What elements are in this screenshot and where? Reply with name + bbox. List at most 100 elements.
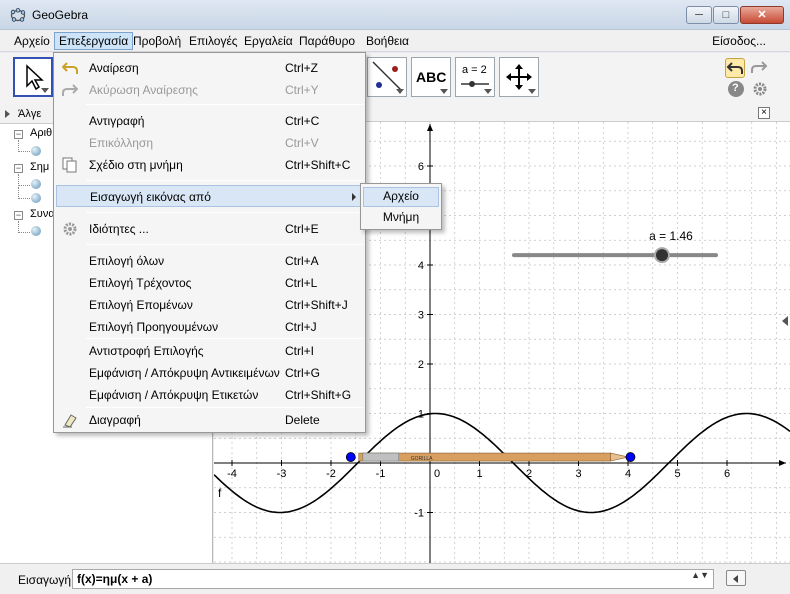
- keyboard-toggle-icon[interactable]: [726, 570, 746, 586]
- tool-menu-triangle-icon: [528, 89, 536, 94]
- menu-item-properties[interactable]: Ιδιότητες ... Ctrl+E: [56, 218, 363, 240]
- menu-item-label: Ακύρωση Αναίρεσης: [89, 83, 198, 97]
- menu-item-label: Αντιστροφή Επιλογής: [89, 344, 204, 358]
- collapse-triangle-icon[interactable]: [5, 110, 10, 118]
- menu-item-copy-graphics[interactable]: Σχέδιο στη μνήμη Ctrl+Shift+C: [56, 154, 363, 176]
- insert-image-submenu: Αρχείο Μνήμη: [360, 183, 442, 230]
- settings-gear-icon[interactable]: [752, 81, 768, 97]
- input-value: f(x)=ημ(x + a): [77, 572, 153, 586]
- tool-menu-triangle-icon: [41, 88, 49, 93]
- menu-item-shortcut: Ctrl+A: [285, 254, 319, 268]
- x-tick-label: 3: [575, 468, 581, 480]
- image-corner-point: [625, 452, 636, 462]
- move-view-tool[interactable]: [499, 57, 539, 97]
- visibility-dot-icon[interactable]: [31, 226, 41, 236]
- menu-item-label: Σχέδιο στη μνήμη: [89, 158, 183, 172]
- minimize-icon: ─: [695, 9, 703, 21]
- submenu-item-file[interactable]: Αρχείο: [363, 187, 439, 207]
- login-link[interactable]: Είσοδος...: [708, 32, 770, 50]
- category-functions[interactable]: Συνα: [30, 208, 55, 220]
- menu-item-shortcut: Ctrl+G: [285, 366, 321, 380]
- collapse-numbers-icon[interactable]: −: [14, 130, 23, 139]
- category-numbers[interactable]: Αριθ: [30, 127, 52, 139]
- menu-options[interactable]: Επιλογές: [185, 32, 242, 50]
- menu-item-shortcut: Ctrl+C: [285, 114, 320, 128]
- menu-file[interactable]: Αρχείο: [10, 32, 54, 50]
- pencil-ferrule: [362, 452, 400, 462]
- reflect-tool[interactable]: [367, 57, 407, 97]
- visibility-dot-icon[interactable]: [31, 179, 41, 189]
- menu-item-label: Αναίρεση: [89, 61, 139, 75]
- redo-icon: [62, 84, 78, 96]
- help-icon[interactable]: ?: [728, 81, 744, 97]
- tree-line: [18, 174, 30, 186]
- menu-item-toggle-objects[interactable]: Εμφάνιση / Απόκρυψη Αντικειμένων Ctrl+G: [56, 362, 363, 384]
- menu-window[interactable]: Παράθυρο: [295, 32, 359, 50]
- menu-item-label: Ιδιότητες ...: [89, 222, 149, 236]
- menu-tools[interactable]: Εργαλεία: [240, 32, 297, 50]
- collapse-functions-icon[interactable]: −: [14, 211, 23, 220]
- text-tool[interactable]: ABC: [411, 57, 451, 97]
- submenu-item-clipboard[interactable]: Μνήμη: [363, 208, 439, 228]
- history-spinner-icon[interactable]: ▲▼: [691, 571, 709, 580]
- menu-item-shortcut: Ctrl+Shift+G: [285, 388, 352, 402]
- menu-item-delete[interactable]: Διαγραφή Delete: [56, 409, 363, 431]
- undo-button[interactable]: [725, 58, 745, 78]
- move-tool[interactable]: [13, 57, 53, 97]
- menu-item-toggle-labels[interactable]: Εμφάνιση / Απόκρυψη Ετικετών Ctrl+Shift+…: [56, 384, 363, 406]
- function-label: f: [218, 486, 222, 500]
- menu-item-label: Επιλογή Επομένων: [89, 298, 193, 312]
- menu-item-select-current[interactable]: Επιλογή Τρέχοντος Ctrl+L: [56, 272, 363, 294]
- menu-item-shortcut: Ctrl+J: [285, 320, 317, 334]
- menu-item-label: Επικόλληση: [89, 136, 154, 150]
- menu-separator: [86, 180, 363, 181]
- menu-item-select-all[interactable]: Επιλογή όλων Ctrl+A: [56, 250, 363, 272]
- maximize-button[interactable]: □: [713, 6, 739, 24]
- input-field[interactable]: f(x)=ημ(x + a) ▲▼: [72, 569, 714, 589]
- minimize-button[interactable]: ─: [686, 6, 712, 24]
- menu-item-undo[interactable]: Αναίρεση Ctrl+Z: [56, 57, 363, 79]
- menu-separator: [86, 244, 363, 245]
- menu-item-shortcut: Ctrl+L: [285, 276, 318, 290]
- y-tick-label: 4: [418, 260, 424, 272]
- menu-item-paste: Επικόλληση Ctrl+V: [56, 132, 363, 154]
- eraser-icon: [63, 414, 77, 428]
- x-tick-label: 6: [724, 468, 730, 480]
- menu-item-select-next[interactable]: Επιλογή Επομένων Ctrl+Shift+J: [56, 294, 363, 316]
- x-tick-label: -3: [277, 468, 287, 480]
- menu-item-shortcut: Ctrl+Y: [285, 83, 319, 97]
- input-bar: Εισαγωγή: f(x)=ημ(x + a) ▲▼: [0, 563, 790, 594]
- menu-item-label: Εμφάνιση / Απόκρυψη Αντικειμένων: [89, 366, 280, 380]
- menu-item-label: Εμφάνιση / Απόκρυψη Ετικετών: [89, 388, 259, 402]
- tool-menu-triangle-icon: [484, 89, 492, 94]
- y-tick-label: 6: [418, 161, 424, 173]
- y-axis-arrow-icon: [427, 124, 433, 131]
- menu-item-label: Διαγραφή: [89, 413, 141, 427]
- menu-item-shortcut: Ctrl+Shift+J: [285, 298, 348, 312]
- menu-separator: [86, 338, 363, 339]
- menu-view[interactable]: Προβολή: [129, 32, 185, 50]
- tree-line: [18, 140, 30, 152]
- close-button[interactable]: ✕: [740, 6, 784, 24]
- menu-item-select-previous[interactable]: Επιλογή Προηγουμένων Ctrl+J: [56, 316, 363, 338]
- menu-edit[interactable]: Επεξεργασία: [54, 32, 134, 50]
- tree-line: [18, 187, 30, 199]
- menu-item-copy[interactable]: Αντιγραφή Ctrl+C: [56, 110, 363, 132]
- menu-item-insert-image[interactable]: Εισαγωγή εικόνας από: [56, 185, 363, 207]
- redo-button[interactable]: [750, 58, 770, 78]
- menu-separator: [86, 212, 363, 213]
- collapse-points-icon[interactable]: −: [14, 164, 23, 173]
- window-title: GeoGebra: [32, 8, 89, 22]
- text-abc-icon: ABC: [416, 69, 447, 85]
- menu-item-invert-selection[interactable]: Αντιστροφή Επιλογής Ctrl+I: [56, 340, 363, 362]
- category-points[interactable]: Σημ: [30, 161, 49, 173]
- tree-line: [18, 221, 30, 233]
- close-view-icon[interactable]: ×: [758, 107, 770, 119]
- visibility-dot-icon[interactable]: [31, 146, 41, 156]
- style-bar-toggle-icon[interactable]: [782, 316, 788, 326]
- slider-tool[interactable]: a = 2: [455, 57, 495, 97]
- menu-help[interactable]: Βοήθεια: [362, 32, 413, 50]
- visibility-dot-icon[interactable]: [31, 193, 41, 203]
- pencil-brand-text: GORILLA: [411, 456, 433, 462]
- menu-separator: [86, 104, 363, 105]
